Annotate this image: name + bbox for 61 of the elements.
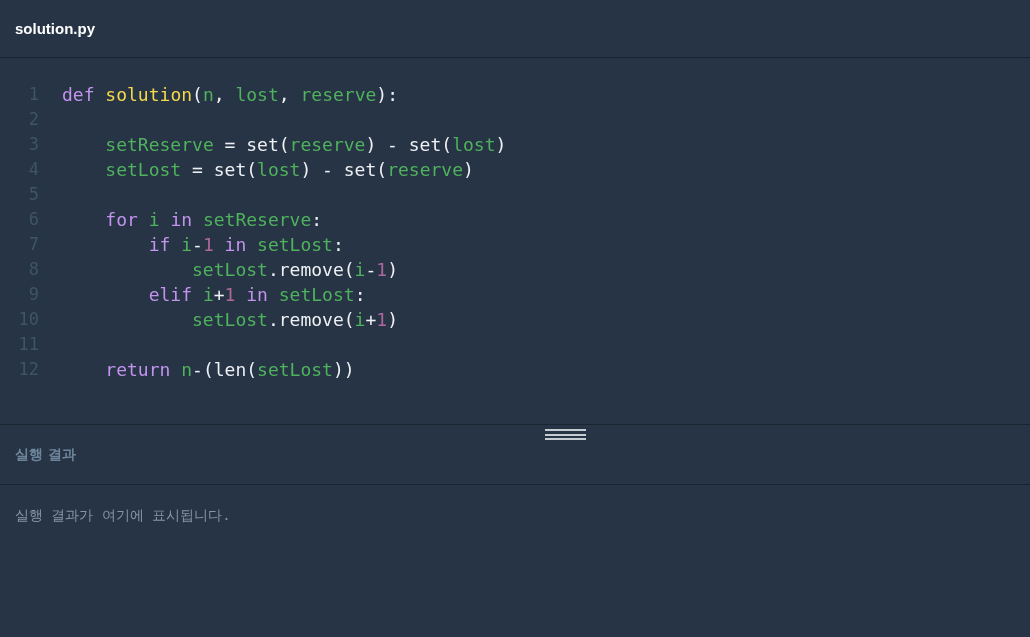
- code-number: 1: [376, 258, 388, 282]
- code-keyword: if: [148, 233, 172, 257]
- code-identifier: setLost: [257, 358, 333, 382]
- code-text: +: [213, 283, 225, 307]
- code-function-name: solution: [105, 83, 193, 107]
- code-text: ): [387, 308, 398, 332]
- code-text: -: [365, 258, 377, 282]
- code-identifier: setLost: [192, 308, 268, 332]
- code-identifier: setReserve: [105, 133, 214, 157]
- code-identifier: reserve: [300, 83, 377, 107]
- code-identifier: setLost: [257, 233, 333, 257]
- code-identifier: i: [181, 233, 193, 257]
- code-identifier: i: [354, 308, 366, 332]
- resize-handle-icon[interactable]: [545, 429, 586, 440]
- code-text: ): [463, 158, 474, 182]
- code-text: ):: [376, 83, 399, 107]
- code-text: -: [192, 233, 203, 257]
- code-keyword: in: [245, 283, 269, 307]
- code-identifier: setLost: [105, 158, 182, 182]
- code-number: 1: [202, 233, 214, 257]
- file-name: solution.py: [15, 20, 95, 37]
- code-keyword: elif: [148, 283, 194, 307]
- code-text: :: [332, 233, 344, 257]
- code-identifier: lost: [452, 133, 496, 157]
- code-identifier: reserve: [289, 133, 366, 157]
- code-number: 1: [376, 308, 388, 332]
- code-identifier: setReserve: [202, 208, 312, 232]
- code-text: .remove(: [267, 258, 355, 282]
- code-text: ) - set(: [365, 133, 453, 157]
- code-keyword: def: [62, 83, 96, 107]
- code-text: (: [192, 83, 203, 107]
- code-text: +: [365, 308, 377, 332]
- code-text: :: [311, 208, 323, 232]
- code-identifier: i: [148, 208, 160, 232]
- code-text: ): [495, 133, 507, 157]
- code-keyword: for: [105, 208, 139, 232]
- code-text: = set(: [191, 158, 258, 182]
- code-identifier: i: [202, 283, 214, 307]
- code-keyword: in: [223, 233, 248, 257]
- code-identifier: setLost: [278, 283, 355, 307]
- results-message: 실행 결과가 여기에 표시됩니다.: [15, 507, 231, 523]
- code-identifier: i: [354, 258, 366, 282]
- code-identifier: setLost: [192, 258, 268, 282]
- code-text: ) - set(: [300, 158, 388, 182]
- code-text: ,: [213, 83, 226, 107]
- code-text: )): [332, 358, 355, 382]
- code-text: ,: [278, 83, 291, 107]
- code-text: :: [354, 283, 366, 307]
- code-identifier: lost: [235, 83, 279, 107]
- results-title: 실행 결과: [15, 445, 76, 464]
- code-text: ): [387, 258, 398, 282]
- code-identifier: n: [181, 358, 193, 382]
- code-keyword: in: [169, 208, 194, 232]
- code-text: .remove(: [267, 308, 355, 332]
- code-identifier: lost: [257, 158, 301, 182]
- code-identifier: reserve: [387, 158, 463, 182]
- code-identifier: n: [202, 83, 214, 107]
- code-keyword: return: [105, 358, 172, 382]
- code-text: -(len(: [192, 358, 258, 382]
- code-number: 1: [224, 283, 236, 307]
- code-text: = set(: [223, 133, 290, 157]
